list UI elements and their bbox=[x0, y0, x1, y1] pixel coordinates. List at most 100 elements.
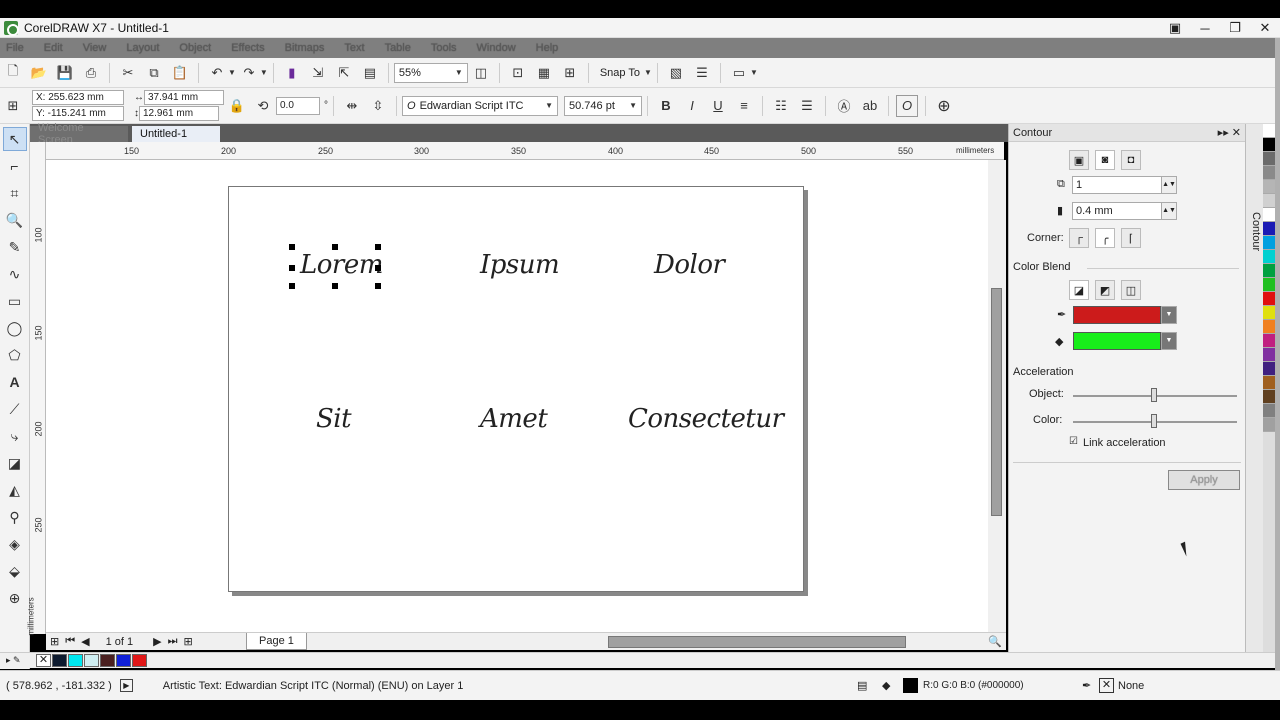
palette-swatch[interactable] bbox=[1263, 250, 1275, 264]
object-accel-knob[interactable] bbox=[1151, 388, 1157, 402]
palette-swatch[interactable] bbox=[1263, 362, 1275, 376]
outside-contour-icon[interactable]: ◘ bbox=[1121, 150, 1141, 170]
y-position-field[interactable]: Y: -115.241 mm bbox=[32, 106, 124, 121]
palette-swatch[interactable] bbox=[1263, 180, 1275, 194]
color-accel-knob[interactable] bbox=[1151, 414, 1157, 428]
palette-swatch[interactable] bbox=[1263, 208, 1275, 222]
offset-field[interactable]: 0.4 mm bbox=[1072, 202, 1162, 220]
outline-color-swatch[interactable] bbox=[1073, 306, 1161, 324]
outline-color-dropdown[interactable]: ▼ bbox=[1161, 306, 1177, 324]
search-content-icon[interactable]: ▮ bbox=[281, 62, 303, 84]
menu-effects[interactable]: Effects bbox=[231, 42, 264, 54]
vertical-scroll-thumb[interactable] bbox=[991, 288, 1002, 516]
width-field[interactable]: 37.941 mm bbox=[144, 90, 224, 105]
menu-help[interactable]: Help bbox=[536, 42, 559, 54]
prev-page-icon[interactable]: ◀ bbox=[81, 635, 89, 648]
text-properties-icon[interactable]: Ⓐ bbox=[833, 95, 855, 117]
palette-swatch[interactable] bbox=[1263, 194, 1275, 208]
opentype-features-icon[interactable]: O bbox=[896, 94, 918, 117]
menu-object[interactable]: Object bbox=[179, 42, 211, 54]
no-color-swatch[interactable]: ✕ bbox=[36, 654, 51, 667]
add-page-icon[interactable]: ⊞ bbox=[50, 635, 59, 648]
bullet-list-icon[interactable]: ☷ bbox=[770, 95, 792, 117]
bold-icon[interactable]: B bbox=[655, 95, 677, 117]
italic-icon[interactable]: I bbox=[681, 95, 703, 117]
inside-contour-icon[interactable]: ◙ bbox=[1095, 150, 1115, 170]
x-position-field[interactable]: X: 255.623 mm bbox=[32, 90, 124, 105]
vertical-scrollbar[interactable] bbox=[988, 160, 1006, 634]
menu-layout[interactable]: Layout bbox=[126, 42, 159, 54]
chevron-down-icon[interactable]: ▼ bbox=[260, 68, 268, 77]
miter-corner-icon[interactable]: ┌ bbox=[1069, 228, 1089, 248]
vertical-ruler[interactable]: 100 150 200 250 millimeters bbox=[27, 142, 46, 636]
redo-icon[interactable]: ↷ bbox=[238, 62, 260, 84]
fill-color-chip[interactable] bbox=[903, 678, 918, 693]
palette-swatch[interactable] bbox=[1263, 138, 1275, 152]
document-palette-swatch[interactable] bbox=[116, 654, 131, 667]
selection-handle[interactable] bbox=[332, 283, 338, 289]
text-align-icon[interactable]: ≡ bbox=[733, 95, 755, 117]
palette-swatch[interactable] bbox=[1263, 236, 1275, 250]
document-page[interactable] bbox=[228, 186, 804, 592]
palette-swatch[interactable] bbox=[1263, 222, 1275, 236]
selection-handle[interactable] bbox=[289, 265, 295, 271]
palette-swatch[interactable] bbox=[1263, 264, 1275, 278]
crop-tool-icon[interactable]: ⌗ bbox=[3, 181, 27, 205]
minimize-button[interactable]: ─ bbox=[1190, 18, 1220, 38]
palette-swatch[interactable] bbox=[1263, 348, 1275, 362]
selection-handle[interactable] bbox=[289, 244, 295, 250]
rotation-angle-field[interactable]: 0.0 bbox=[276, 96, 320, 115]
horizontal-scroll-thumb[interactable] bbox=[608, 636, 906, 648]
document-palette-swatch[interactable] bbox=[68, 654, 83, 667]
palette-swatch[interactable] bbox=[1263, 278, 1275, 292]
chevron-down-icon[interactable]: ▼ bbox=[228, 68, 236, 77]
pick-tool-icon[interactable]: ↖ bbox=[2, 127, 27, 151]
text-object-lorem[interactable]: Lorem bbox=[300, 250, 383, 280]
open-icon[interactable]: 📂 bbox=[28, 62, 50, 84]
menu-bitmaps[interactable]: Bitmaps bbox=[285, 42, 325, 54]
text-object-dolor[interactable]: Dolor bbox=[654, 250, 725, 280]
round-corner-icon[interactable]: ╭ bbox=[1095, 228, 1115, 248]
shape-tool-icon[interactable]: ⌐ bbox=[3, 154, 27, 178]
bevel-corner-icon[interactable]: ⌈ bbox=[1121, 228, 1141, 248]
new-icon[interactable]: 🗋 bbox=[2, 62, 24, 84]
palette-swatch[interactable] bbox=[1263, 166, 1275, 180]
add-tool-icon[interactable]: ⊕ bbox=[3, 586, 27, 610]
text-object-amet[interactable]: Amet bbox=[480, 404, 548, 434]
horizontal-ruler[interactable]: 150 200 250 300 350 400 450 500 550 mill… bbox=[46, 142, 1004, 160]
paste-icon[interactable]: 📋 bbox=[169, 62, 191, 84]
polygon-tool-icon[interactable]: ⬠ bbox=[3, 343, 27, 367]
freehand-tool-icon[interactable]: ✎ bbox=[3, 235, 27, 259]
apply-button[interactable]: Apply bbox=[1168, 470, 1240, 490]
undo-icon[interactable]: ↶ bbox=[206, 62, 228, 84]
text-object-consectetur[interactable]: Consectetur bbox=[628, 404, 784, 434]
zoom-page-icon[interactable]: 🔍 bbox=[988, 635, 1002, 648]
add-page-after-icon[interactable]: ⊞ bbox=[184, 635, 193, 648]
print-icon[interactable]: ⎙ bbox=[80, 62, 102, 84]
edit-text-icon[interactable]: ab bbox=[859, 95, 881, 117]
menu-table[interactable]: Table bbox=[385, 42, 411, 54]
connector-tool-icon[interactable]: ⤷ bbox=[3, 424, 27, 448]
chevron-down-icon[interactable]: ▼ bbox=[644, 68, 652, 77]
show-rulers-icon[interactable]: ⊡ bbox=[507, 62, 529, 84]
menu-edit[interactable]: Edit bbox=[44, 42, 63, 54]
link-accel-checkbox[interactable]: ☑ bbox=[1069, 436, 1078, 447]
tab-untitled-1[interactable]: Untitled-1 bbox=[132, 126, 220, 142]
palette-swatch[interactable] bbox=[1263, 320, 1275, 334]
menu-file[interactable]: File bbox=[6, 42, 24, 54]
fill-color-swatch[interactable] bbox=[1073, 332, 1161, 350]
artistic-media-icon[interactable]: ∿ bbox=[3, 262, 27, 286]
selection-handle[interactable] bbox=[375, 283, 381, 289]
tab-welcome-screen[interactable]: Welcome Screen bbox=[30, 122, 128, 146]
palette-swatch[interactable] bbox=[1263, 124, 1275, 138]
selection-handle[interactable] bbox=[289, 283, 295, 289]
status-menu-icon[interactable]: ▶ bbox=[119, 679, 133, 692]
object-origin-icon[interactable]: ⊞ bbox=[2, 95, 24, 117]
palette-swatch[interactable] bbox=[1263, 390, 1275, 404]
restore-button[interactable]: ❐ bbox=[1220, 18, 1250, 38]
full-screen-icon[interactable]: ◫ bbox=[470, 62, 492, 84]
ellipse-tool-icon[interactable]: ◯ bbox=[3, 316, 27, 340]
font-size-select[interactable]: 50.746 pt ▼ bbox=[564, 95, 642, 116]
menu-text[interactable]: Text bbox=[344, 42, 364, 54]
first-page-icon[interactable]: ⏮ bbox=[65, 635, 75, 648]
